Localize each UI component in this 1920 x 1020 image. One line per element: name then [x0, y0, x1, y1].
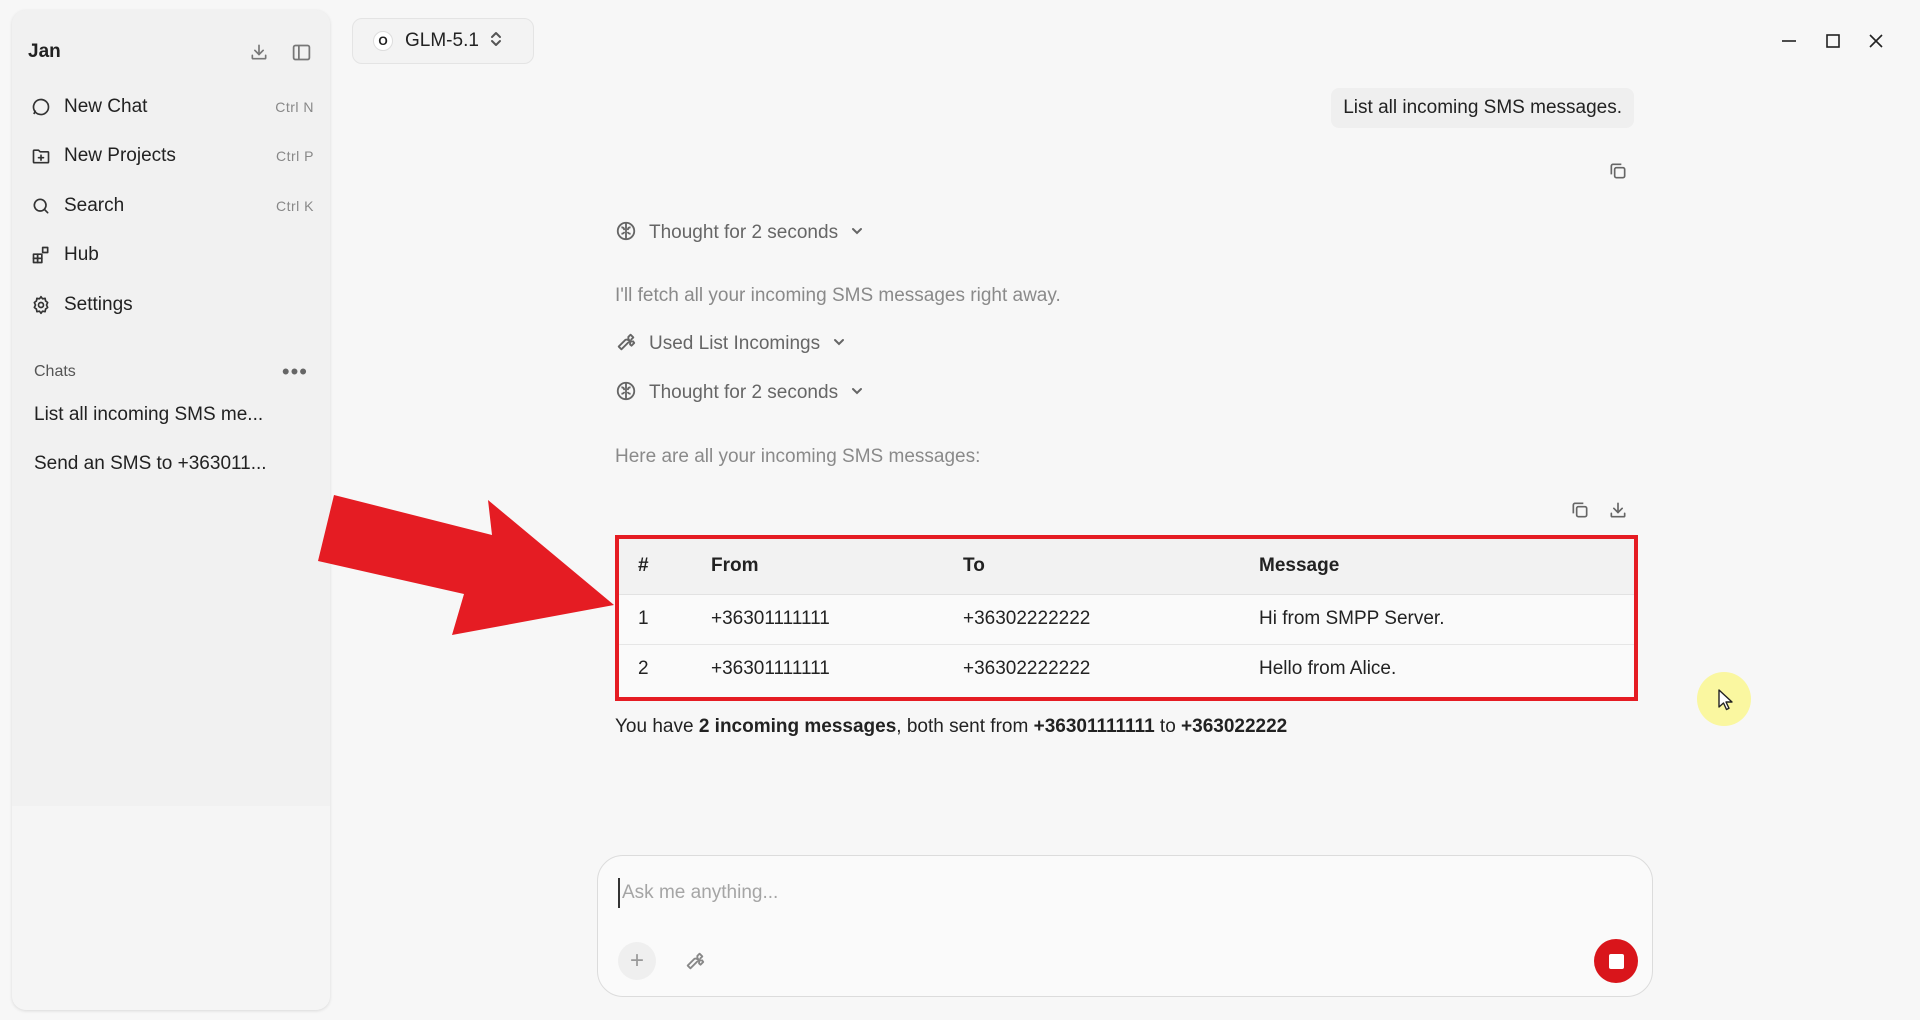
chevron-down-icon [850, 384, 864, 403]
table-cell: 1 [619, 594, 711, 645]
nav-shortcut: Ctrl N [275, 98, 314, 115]
assistant-summary: You have 2 incoming messages, both sent … [615, 716, 1287, 738]
nav-new-chat[interactable]: New Chat Ctrl N [28, 82, 314, 132]
thought-toggle[interactable]: Thought for 2 seconds [615, 378, 864, 408]
table-header: Message [1259, 539, 1634, 595]
nav-label: New Chat [64, 95, 148, 117]
composer: + [597, 855, 1653, 997]
app-window: Jan New Chat Ctrl N New Projects Ctrl P … [0, 0, 1920, 1020]
nav-new-projects[interactable]: New Projects Ctrl P [28, 132, 314, 182]
sidebar-header: Jan [28, 32, 314, 72]
table-cell: Hi from SMPP Server. [1259, 594, 1634, 645]
more-options-icon[interactable]: ••• [282, 361, 308, 383]
table-header: To [963, 539, 1259, 595]
model-selector[interactable]: O GLM-5.1 [352, 18, 534, 64]
table-row: 1 +36301111111 +36302222222 Hi from SMPP… [619, 594, 1634, 645]
table-cell: Hello from Alice. [1259, 658, 1397, 680]
table-cell: +36302222222 [963, 594, 1259, 645]
brain-icon [615, 380, 637, 407]
chevron-up-down-icon [489, 30, 503, 53]
sidebar-toggle-icon[interactable] [288, 39, 314, 65]
nav-label: Search [64, 194, 125, 216]
table-cell: +36301111111 [711, 658, 830, 680]
sidebar-nav: New Chat Ctrl N New Projects Ctrl P Sear… [28, 82, 314, 330]
blocks-icon [28, 242, 54, 268]
nav-label: New Projects [64, 145, 176, 167]
maximize-icon[interactable] [1818, 26, 1848, 56]
summary-bold: 2 incoming messages [698, 716, 897, 737]
sidebar-footer-area [12, 806, 330, 1010]
model-name: GLM-5.1 [405, 30, 479, 51]
table-cell: 2 [638, 658, 649, 680]
table-cell: +36302222222 [963, 658, 1091, 680]
stop-button[interactable] [1594, 939, 1638, 983]
wrench-icon [615, 331, 637, 358]
tool-label: Used List Incomings [649, 333, 821, 354]
tools-icon[interactable] [682, 948, 708, 974]
chats-header: Chats ••• [34, 360, 308, 384]
chat-bubble-icon [28, 94, 54, 120]
chevron-down-icon [832, 335, 846, 354]
assistant-lead: Here are all your incoming SMS messages: [615, 446, 981, 467]
brain-icon [615, 220, 637, 247]
search-icon [28, 193, 54, 219]
annotation-arrow-icon [318, 495, 614, 635]
gear-icon [28, 292, 54, 318]
thought-toggle[interactable]: Thought for 2 seconds [615, 218, 864, 248]
nav-label: Settings [64, 293, 133, 315]
thought-label: Thought for 2 seconds [649, 222, 839, 243]
summary-bold: +363022222 [1181, 716, 1288, 737]
chat-list: List all incoming SMS me... Send an SMS … [34, 398, 308, 496]
chat-item[interactable]: List all incoming SMS me... [34, 398, 308, 447]
app-title: Jan [28, 41, 61, 62]
summary-bold: +36301111111 [1033, 716, 1155, 737]
copy-icon[interactable] [1604, 157, 1632, 185]
minimize-icon[interactable] [1774, 26, 1804, 56]
nav-label: Hub [64, 244, 99, 266]
user-message: List all incoming SMS messages. [1331, 88, 1634, 128]
table-cell: +36301111111 [711, 594, 963, 645]
chevron-down-icon [850, 224, 864, 243]
chat-input[interactable] [618, 878, 1518, 908]
tool-call-toggle[interactable]: Used List Incomings [615, 329, 846, 359]
nav-shortcut: Ctrl P [276, 148, 314, 165]
assistant-intro: I'll fetch all your incoming SMS message… [615, 285, 1061, 306]
close-icon[interactable] [1861, 26, 1891, 56]
messages-table: # From To Message 1 +36301111111 +363022… [619, 539, 1634, 694]
nav-hub[interactable]: Hub [28, 231, 314, 281]
messages-table-highlight: # From To Message 1 +36301111111 +363022… [615, 535, 1638, 701]
nav-settings[interactable]: Settings [28, 280, 314, 330]
download-table-icon[interactable] [1604, 496, 1632, 524]
add-attachment-button[interactable]: + [618, 942, 656, 980]
table-header-row: # From To Message [619, 539, 1634, 595]
chats-label: Chats [34, 363, 76, 380]
thought-label: Thought for 2 seconds [649, 382, 839, 403]
download-icon[interactable] [246, 39, 272, 65]
table-header: # [619, 539, 711, 595]
model-logo: O [373, 31, 393, 51]
copy-table-icon[interactable] [1566, 496, 1594, 524]
sidebar: Jan New Chat Ctrl N New Projects Ctrl P … [12, 10, 330, 1010]
chat-item[interactable]: Send an SMS to +363011... [34, 447, 308, 496]
summary-text: You have [615, 716, 699, 737]
nav-search[interactable]: Search Ctrl K [28, 181, 314, 231]
mouse-cursor-icon [1718, 689, 1733, 711]
table-row: 2 +36301111111 +36302222222 Hello from A… [619, 644, 1634, 694]
table-header: From [711, 539, 963, 595]
summary-text: to [1154, 716, 1182, 737]
folder-plus-icon [28, 143, 54, 169]
summary-text: , both sent from [896, 716, 1034, 737]
nav-shortcut: Ctrl K [276, 197, 314, 214]
stop-icon [1608, 953, 1624, 969]
